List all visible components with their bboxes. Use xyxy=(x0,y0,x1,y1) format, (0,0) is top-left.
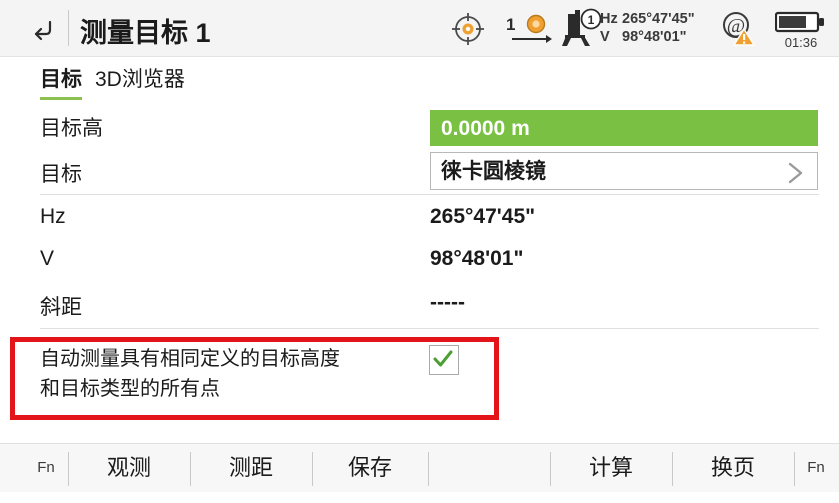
row-value-hz: 265°47'45" xyxy=(430,205,536,228)
toolbar-button-distance[interactable]: 测距 xyxy=(190,444,312,492)
prism-count-icon[interactable]: 1 xyxy=(506,13,564,47)
chevron-right-icon[interactable] xyxy=(785,160,807,184)
total-station-icon[interactable]: 1 xyxy=(560,8,604,53)
back-arrow-icon[interactable] xyxy=(28,14,58,44)
v-value: 98°48'01" xyxy=(622,29,687,45)
toolbar-button-empty[interactable] xyxy=(428,444,550,492)
target-height-field[interactable]: 0.0000 m xyxy=(430,110,818,146)
svg-text:1: 1 xyxy=(588,13,595,27)
toolbar-button-page[interactable]: 换页 xyxy=(672,444,794,492)
tab-3d-viewer[interactable]: 3D浏览器 xyxy=(95,63,185,97)
row-label-v: V xyxy=(40,247,55,270)
row-separator xyxy=(40,328,819,329)
target-type-value: 徕卡圆棱镜 xyxy=(441,160,546,183)
checkmark-icon xyxy=(433,350,453,367)
hz-label: Hz xyxy=(600,11,618,27)
title-bar: 测量目标 1 1 1 Hz 265°47'45" V 98°48'01" @ 0… xyxy=(0,0,839,57)
toolbar-button-fn-right[interactable]: Fn xyxy=(794,444,838,492)
auto-measure-label-line2: 和目标类型的所有点 xyxy=(40,378,220,400)
row-label-slope-distance: 斜距 xyxy=(40,296,82,319)
tab-target[interactable]: 目标 xyxy=(40,63,82,100)
toolbar-button-save[interactable]: 保存 xyxy=(312,444,428,492)
form-row-target: 目标 徕卡圆棱镜 xyxy=(0,148,839,195)
row-value-v: 98°48'01" xyxy=(430,247,524,270)
angle-readout: Hz 265°47'45" V 98°48'01" xyxy=(600,10,695,46)
bottom-toolbar: Fn 观测 测距 保存 计算 换页 Fn xyxy=(0,443,839,503)
auto-measure-option[interactable]: 自动测量具有相同定义的目标高度 和目标类型的所有点 xyxy=(0,340,839,416)
battery-time-remaining: 01:36 xyxy=(784,35,818,50)
row-value-slope-distance: ----- xyxy=(430,291,465,314)
v-label: V xyxy=(600,29,610,45)
header-divider xyxy=(68,10,69,46)
row-label-hz: Hz xyxy=(40,205,66,228)
toolbar-button-observe[interactable]: 观测 xyxy=(68,444,190,492)
page-title: 测量目标 1 xyxy=(80,18,211,48)
auto-measure-label: 自动测量具有相同定义的目标高度 和目标类型的所有点 xyxy=(40,344,410,404)
target-type-field[interactable]: 徕卡圆棱镜 xyxy=(430,152,818,190)
form-row-target-height: 目标高 0.0000 m xyxy=(0,103,839,148)
form-row-slope-distance: 斜距 ----- xyxy=(0,283,839,329)
toolbar-bottom-strip xyxy=(0,492,839,503)
row-label-target: 目标 xyxy=(40,163,82,186)
form-row-v: V 98°48'01" xyxy=(0,239,839,283)
atr-warning-icon[interactable]: @ xyxy=(720,11,758,52)
target-form: 目标高 0.0000 m 目标 徕卡圆棱镜 Hz 265°47'45" V 98… xyxy=(0,103,839,329)
auto-measure-label-line1: 自动测量具有相同定义的目标高度 xyxy=(40,348,340,370)
crosshair-target-icon[interactable] xyxy=(450,12,486,51)
row-label-target-height: 目标高 xyxy=(40,117,103,140)
tab-bar: 目标 3D浏览器 xyxy=(0,58,839,100)
form-row-hz: Hz 265°47'45" xyxy=(0,195,839,239)
auto-measure-checkbox[interactable] xyxy=(429,345,459,375)
toolbar-button-calculate[interactable]: 计算 xyxy=(550,444,672,492)
device-screen: 测量目标 1 1 1 Hz 265°47'45" V 98°48'01" @ 0… xyxy=(0,0,839,503)
hz-value: 265°47'45" xyxy=(622,11,695,27)
toolbar-button-fn-left[interactable]: Fn xyxy=(24,444,68,492)
